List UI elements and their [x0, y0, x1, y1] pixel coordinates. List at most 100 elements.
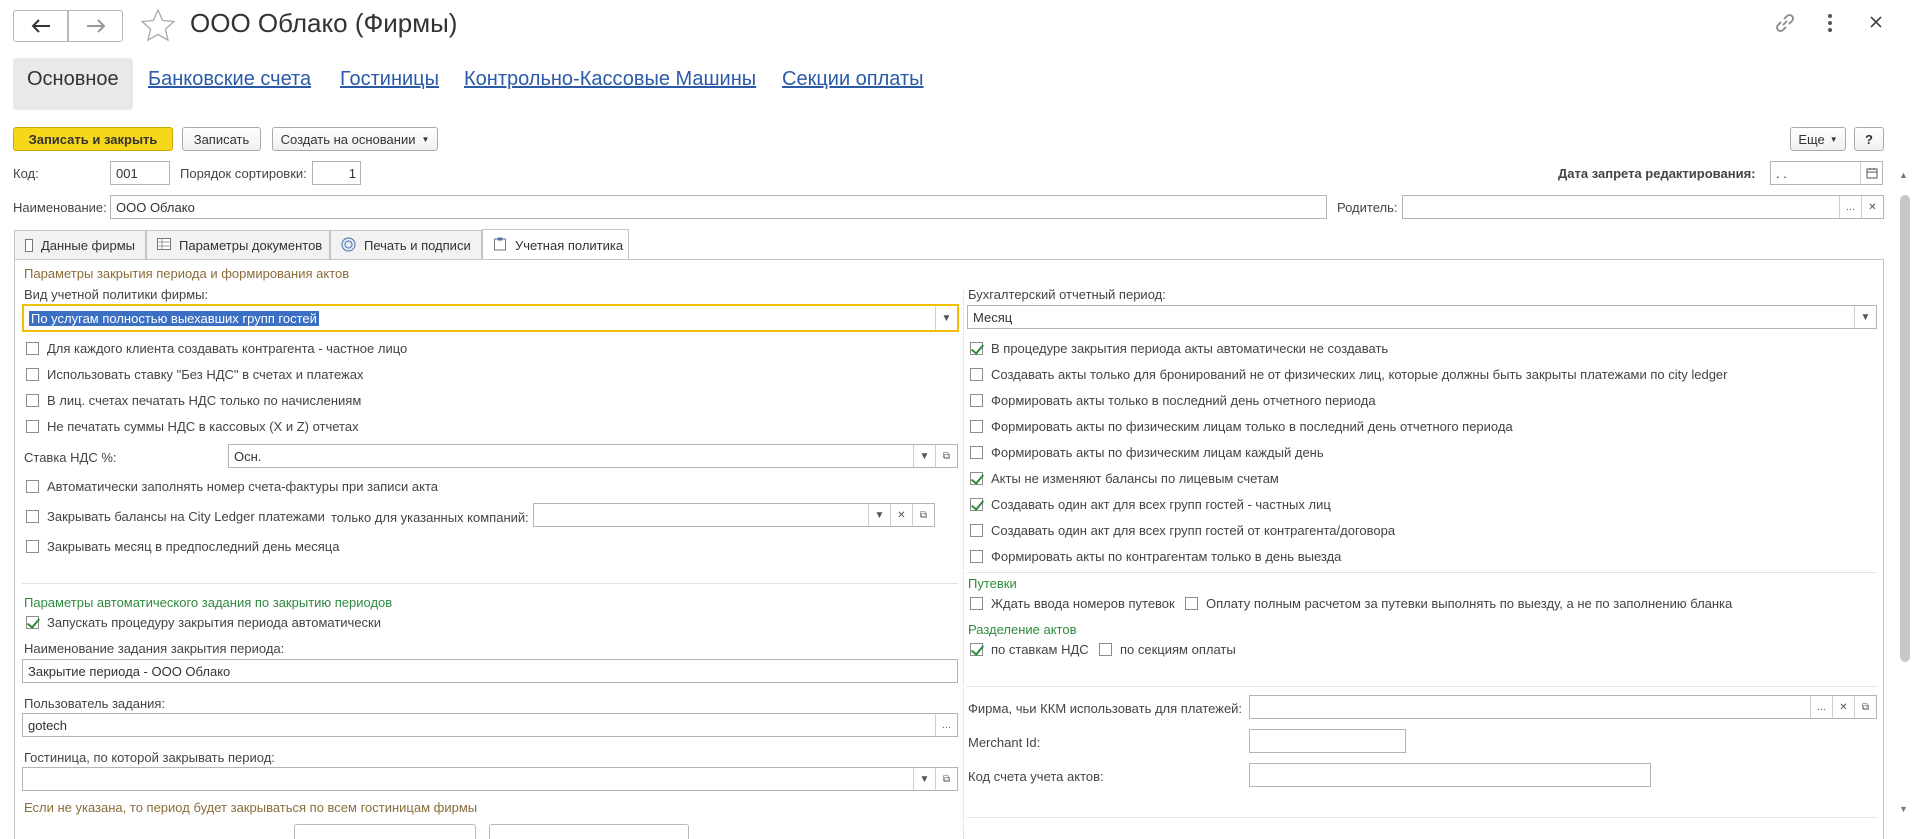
- chevron-down-icon[interactable]: ▼: [935, 306, 957, 330]
- checkbox-box[interactable]: [970, 342, 983, 355]
- checkbox-one-act-counterparty[interactable]: Создавать один акт для всех групп гостей…: [970, 523, 1395, 538]
- checkbox-box[interactable]: [26, 510, 39, 523]
- select-ellipsis-icon[interactable]: …: [1839, 196, 1861, 218]
- chevron-down-icon[interactable]: ▼: [913, 445, 935, 467]
- link-icon[interactable]: [1773, 11, 1797, 35]
- checkbox-split-by-payment-section[interactable]: по секциям оплаты: [1099, 642, 1236, 657]
- open-icon[interactable]: ⧉: [935, 768, 957, 790]
- sort-order-field[interactable]: 1: [312, 161, 361, 185]
- checkbox-acts-no-balance-change[interactable]: Акты не изменяют балансы по лицевым счет…: [970, 471, 1279, 486]
- save-button[interactable]: Записать: [182, 127, 261, 151]
- parent-field[interactable]: ✕ …: [1402, 195, 1884, 219]
- subtab-accounting-policy[interactable]: Учетная политика: [482, 229, 629, 261]
- checkbox-box[interactable]: [26, 368, 39, 381]
- merchant-id-field[interactable]: [1249, 729, 1406, 753]
- checkbox-close-month-penultimate[interactable]: Закрывать месяц в предпоследний день мес…: [26, 539, 339, 554]
- more-vertical-icon[interactable]: [1826, 12, 1834, 34]
- acts-account-code-field[interactable]: [1249, 763, 1651, 787]
- tab-payment-sections[interactable]: Секции оплаты: [782, 68, 924, 91]
- tab-bank-accounts[interactable]: Банковские счета: [148, 68, 311, 91]
- clear-icon[interactable]: ✕: [1832, 696, 1854, 718]
- checkbox-wait-voucher-numbers[interactable]: Ждать ввода номеров путевок: [970, 596, 1175, 611]
- checkbox-box[interactable]: [970, 420, 983, 433]
- checkbox-auto-invoice-number[interactable]: Автоматически заполнять номер счета-факт…: [26, 479, 438, 494]
- calendar-icon[interactable]: [1860, 162, 1882, 184]
- subtab-print-signatures[interactable]: Печать и подписи: [330, 230, 482, 260]
- checkbox-split-by-vat[interactable]: по ставкам НДС: [970, 642, 1089, 657]
- clipboard-icon: [493, 237, 507, 254]
- lock-date-field[interactable]: . .: [1770, 161, 1883, 185]
- checkbox-box[interactable]: [1185, 597, 1198, 610]
- subtab-document-params[interactable]: Параметры документов: [146, 230, 330, 260]
- select-ellipsis-icon[interactable]: …: [1810, 696, 1832, 718]
- hotel-select[interactable]: ⧉ ▼: [22, 767, 958, 791]
- checkbox-no-auto-acts[interactable]: В процедуре закрытия периода акты автома…: [970, 341, 1388, 356]
- checkbox-box[interactable]: [970, 368, 983, 381]
- checkbox-box[interactable]: [26, 540, 39, 553]
- job-user-field[interactable]: gotech …: [22, 713, 958, 737]
- checkbox-auto-close-period[interactable]: Запускать процедуру закрытия периода авт…: [26, 615, 381, 630]
- more-button[interactable]: Еще ▼: [1790, 127, 1846, 151]
- name-field[interactable]: ООО Облако: [110, 195, 1327, 219]
- checkbox-box[interactable]: [26, 480, 39, 493]
- star-icon[interactable]: [140, 8, 176, 42]
- checkbox-box[interactable]: [26, 420, 39, 433]
- scroll-up-icon[interactable]: ▲: [1899, 170, 1908, 180]
- partial-button[interactable]: [489, 824, 689, 839]
- checkbox-box[interactable]: [970, 498, 983, 511]
- chevron-down-icon[interactable]: ▼: [913, 768, 935, 790]
- chevron-down-icon[interactable]: ▼: [1854, 306, 1876, 328]
- code-field[interactable]: 001: [110, 161, 170, 185]
- checkbox-box[interactable]: [970, 524, 983, 537]
- checkbox-print-vat-charges[interactable]: В лиц. счетах печатать НДС только по нач…: [26, 393, 361, 408]
- checkbox-box[interactable]: [1099, 643, 1112, 656]
- save-and-close-button[interactable]: Записать и закрыть: [13, 127, 173, 151]
- select-ellipsis-icon[interactable]: …: [935, 714, 957, 736]
- subtab-company-data[interactable]: Данные фирмы: [14, 230, 146, 260]
- checkbox-box[interactable]: [970, 446, 983, 459]
- checkbox-box[interactable]: [970, 597, 983, 610]
- checkbox-label: В процедуре закрытия периода акты автома…: [991, 341, 1389, 356]
- forward-button[interactable]: [68, 10, 123, 42]
- policy-type-select[interactable]: По услугам полностью выехавших групп гос…: [22, 304, 959, 332]
- checkbox-close-city-ledger[interactable]: Закрывать балансы на City Ledger платежа…: [26, 509, 325, 524]
- vat-rate-select[interactable]: Осн. ⧉ ▼: [228, 444, 958, 468]
- scroll-down-icon[interactable]: ▼: [1899, 804, 1908, 814]
- tab-cash-registers[interactable]: Контрольно-Кассовые Машины: [464, 68, 756, 91]
- checkbox-box[interactable]: [970, 643, 983, 656]
- checkbox-box[interactable]: [970, 550, 983, 563]
- clear-icon[interactable]: ✕: [890, 504, 912, 526]
- chevron-down-icon[interactable]: ▼: [868, 504, 890, 526]
- checkbox-acts-counterparty-checkout[interactable]: Формировать акты по контрагентам только …: [970, 549, 1341, 564]
- companies-select[interactable]: ⧉ ✕ ▼: [533, 503, 935, 527]
- open-icon[interactable]: ⧉: [912, 504, 934, 526]
- scrollbar-thumb[interactable]: [1900, 195, 1910, 662]
- checkbox-one-act-private-groups[interactable]: Создавать один акт для всех групп гостей…: [970, 497, 1331, 512]
- checkbox-acts-individuals-last-day[interactable]: Формировать акты по физическим лицам тол…: [970, 419, 1513, 434]
- back-button[interactable]: [13, 10, 68, 42]
- tab-hotels[interactable]: Гостиницы: [340, 68, 439, 91]
- checkbox-box[interactable]: [26, 394, 39, 407]
- partial-button[interactable]: [294, 824, 476, 839]
- open-icon[interactable]: ⧉: [1854, 696, 1876, 718]
- checkbox-box[interactable]: [26, 342, 39, 355]
- close-icon[interactable]: [1868, 14, 1884, 30]
- clear-icon[interactable]: ✕: [1861, 196, 1883, 218]
- checkbox-acts-non-individuals[interactable]: Создавать акты только для бронирований н…: [970, 367, 1728, 382]
- checkbox-create-private-counterparty[interactable]: Для каждого клиента создавать контрагент…: [26, 341, 407, 356]
- checkbox-voucher-payment-on-checkout[interactable]: Оплату полным расчетом за путевки выполн…: [1185, 596, 1732, 611]
- checkbox-acts-last-day[interactable]: Формировать акты только в последний день…: [970, 393, 1376, 408]
- tab-main[interactable]: Основное: [13, 58, 133, 110]
- checkbox-box[interactable]: [970, 394, 983, 407]
- open-icon[interactable]: ⧉: [935, 445, 957, 467]
- checkbox-use-no-vat[interactable]: Использовать ставку "Без НДС" в счетах и…: [26, 367, 364, 382]
- checkbox-box[interactable]: [26, 616, 39, 629]
- job-name-field[interactable]: Закрытие периода - ООО Облако: [22, 659, 958, 683]
- create-based-on-button[interactable]: Создать на основании ▼: [272, 127, 438, 151]
- checkbox-box[interactable]: [970, 472, 983, 485]
- checkbox-acts-individuals-daily[interactable]: Формировать акты по физическим лицам каж…: [970, 445, 1324, 460]
- kkm-company-field[interactable]: ⧉ ✕ …: [1249, 695, 1877, 719]
- help-button[interactable]: ?: [1854, 127, 1884, 151]
- checkbox-no-vat-cash-reports[interactable]: Не печатать суммы НДС в кассовых (X и Z)…: [26, 419, 359, 434]
- period-select[interactable]: Месяц ▼: [967, 305, 1877, 329]
